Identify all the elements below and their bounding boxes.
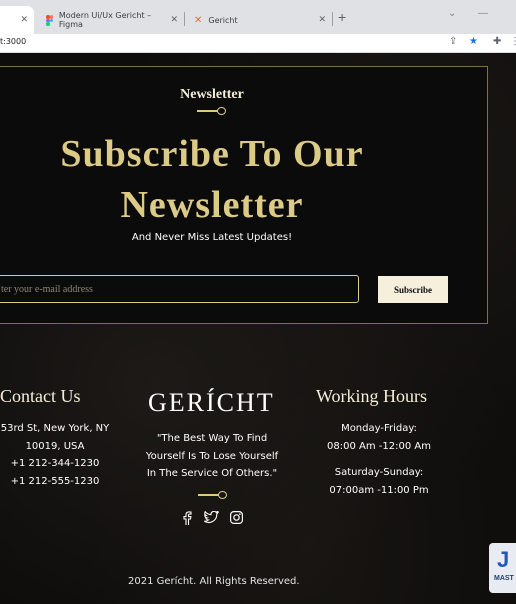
instagram-icon[interactable] — [229, 510, 244, 525]
tab-figma[interactable]: Modern Ui/Ux Gericht – Figma ✕ — [38, 6, 184, 34]
tab-separator — [332, 12, 333, 26]
subscribe-button[interactable]: Subscribe — [378, 276, 448, 303]
newsletter-title: Subscribe To Our Newsletter — [60, 133, 364, 226]
share-icon[interactable]: ⇪ — [449, 36, 457, 47]
watermark-letter: J — [497, 547, 510, 572]
watermark-text: MAST — [494, 575, 514, 582]
quote-line: "The Best Way To Find — [156, 433, 268, 444]
chevron-down-icon[interactable]: ⌄ — [448, 8, 456, 19]
working-hours-title: Working Hours — [316, 386, 428, 406]
contact-address-line: 53rd St, New York, NY — [0, 423, 110, 434]
newsletter-subheading: Newsletter — [180, 87, 244, 102]
contact-address-line: 10019, USA — [25, 440, 85, 452]
working-hours-weekday: Monday-Friday: 08:00 Am -12:00 Am — [320, 420, 438, 455]
social-links — [179, 510, 244, 525]
twitter-icon[interactable] — [204, 510, 219, 525]
footer-logo[interactable]: GERÍCHT — [148, 388, 275, 418]
contact-phone[interactable]: +1 212-344-1230 — [0, 455, 114, 473]
menu-icon[interactable]: ⋮ — [510, 36, 516, 47]
close-tab-icon[interactable]: ✕ — [170, 15, 178, 25]
tab-title: Modern Ui/Ux Gericht – Figma — [58, 11, 152, 29]
contact-phone[interactable]: +1 212-555-1230 — [0, 473, 114, 491]
spoon-icon — [197, 106, 227, 116]
watermark-badge: J MAST — [489, 543, 516, 593]
weekday-label: Monday-Friday: — [341, 423, 417, 434]
quote-line: In The Service Of Others." — [146, 468, 278, 479]
spoon-icon — [198, 490, 228, 500]
weekday-time: 08:00 Am -12:00 Am — [327, 440, 431, 452]
react-icon: ✕ — [194, 14, 203, 26]
tab-active[interactable]: ✕ — [0, 6, 34, 34]
minimize-icon[interactable]: — — [478, 8, 488, 19]
address-bar[interactable]: t:3000 ⇪ ★ ✚ ⋮ — [0, 34, 516, 53]
extensions-icon[interactable]: ✚ — [493, 36, 501, 47]
star-icon[interactable]: ★ — [469, 36, 478, 47]
new-tab-button[interactable]: + — [338, 9, 346, 25]
email-input[interactable] — [0, 275, 359, 303]
copyright-text: 2021 Gerícht. All Rights Reserved. — [128, 576, 300, 587]
quote-line: Yourself Is To Lose Yourself — [145, 450, 279, 462]
working-hours-weekend: Saturday-Sunday: 07:00am -11:00 Pm — [320, 464, 438, 499]
browser-tab-bar: ✕ Modern Ui/Ux Gericht – Figma ✕ ✕ Geric… — [0, 0, 516, 34]
newsletter-tagline: And Never Miss Latest Updates! — [131, 232, 293, 243]
weekend-label: Saturday-Sunday: — [334, 467, 424, 478]
tab-gericht[interactable]: ✕ Gericht ✕ — [186, 6, 332, 34]
footer-quote: "The Best Way To Find Yourself Is To Los… — [130, 430, 294, 483]
contact-details: 53rd St, New York, NY 10019, USA +1 212-… — [0, 420, 114, 490]
close-tab-icon[interactable]: ✕ — [318, 15, 326, 25]
close-tab-icon[interactable]: ✕ — [20, 15, 28, 25]
facebook-icon[interactable] — [179, 510, 194, 525]
url-text[interactable]: t:3000 — [0, 37, 26, 46]
page-content: Newsletter Subscribe To Our Newsletter A… — [0, 53, 516, 604]
tab-separator — [184, 12, 185, 26]
weekend-time: 07:00am -11:00 Pm — [329, 484, 429, 496]
contact-title: Contact Us — [0, 386, 81, 406]
tab-title: Gericht — [208, 15, 238, 25]
figma-icon — [46, 15, 53, 26]
